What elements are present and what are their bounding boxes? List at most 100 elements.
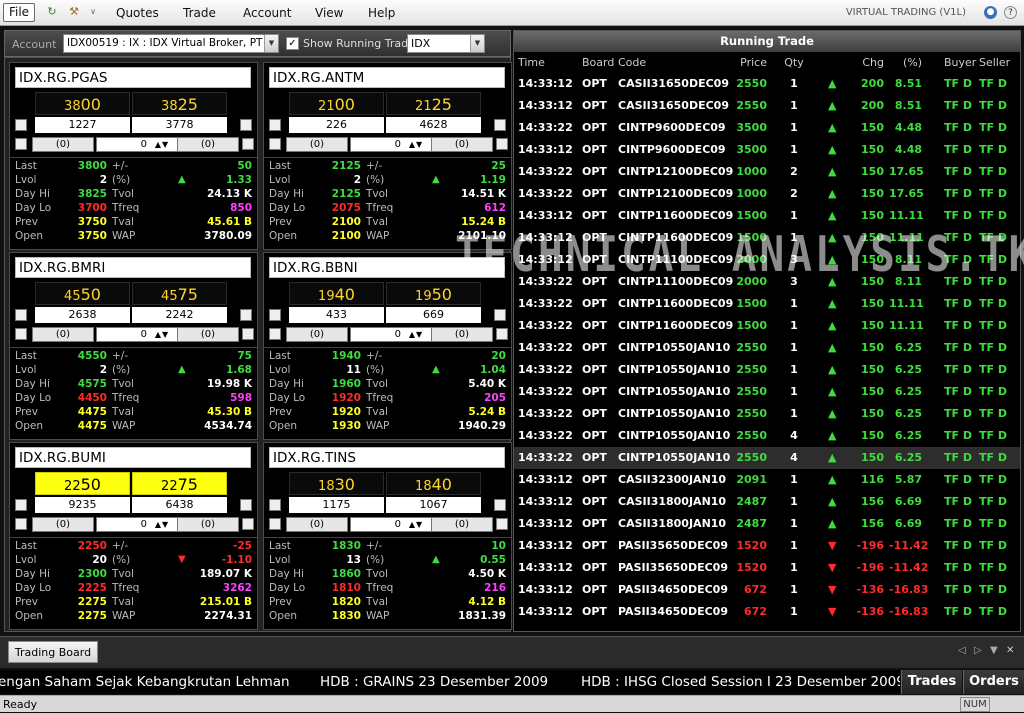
bid-checkbox[interactable]: [15, 119, 27, 131]
table-row[interactable]: 14:33:22 OPT CINTP11600DEC09 1500 1 ▲ 15…: [514, 315, 1020, 337]
table-row[interactable]: 14:33:12 OPT CINTP9600DEC09 3500 1 ▲ 150…: [514, 139, 1020, 161]
offer-count[interactable]: (0): [177, 327, 239, 342]
offer-count[interactable]: (0): [177, 517, 239, 532]
menu-file[interactable]: File: [3, 3, 35, 22]
best-bid-price[interactable]: 1830: [289, 472, 384, 495]
order-qty-stepper[interactable]: 0 ▲▼: [350, 517, 432, 532]
best-offer-price[interactable]: 4575: [132, 282, 227, 305]
table-row[interactable]: 14:33:22 OPT CINTP10550JAN10 2550 4 ▲ 15…: [514, 447, 1020, 469]
order-qty-stepper[interactable]: 0 ▲▼: [96, 517, 178, 532]
offer-count[interactable]: (0): [431, 517, 493, 532]
trades-button[interactable]: Trades: [901, 670, 962, 694]
refresh-icon[interactable]: ↻: [44, 5, 60, 19]
col-pct[interactable]: (%): [889, 53, 922, 73]
dropdown-icon[interactable]: ▼: [470, 35, 484, 52]
order-qty-stepper[interactable]: 0 ▲▼: [350, 137, 432, 152]
table-row[interactable]: 14:33:12 OPT CINTP11100DEC09 2000 3 ▲ 15…: [514, 249, 1020, 271]
order-qty-stepper[interactable]: 0 ▲▼: [96, 137, 178, 152]
table-row[interactable]: 14:33:22 OPT CINTP10550JAN10 2550 1 ▲ 15…: [514, 337, 1020, 359]
table-row[interactable]: 14:33:12 OPT CINTP11600DEC09 1500 1 ▲ 15…: [514, 227, 1020, 249]
table-row[interactable]: 14:33:12 OPT CASII31650DEC09 2550 1 ▲ 20…: [514, 95, 1020, 117]
stepper-arrows-icon[interactable]: ▲▼: [403, 518, 429, 531]
tab-next-icon[interactable]: ▷: [974, 645, 982, 656]
best-bid-price[interactable]: 3800: [35, 92, 130, 115]
tab-list-icon[interactable]: ▼: [990, 645, 998, 656]
show-running-trade-checkbox[interactable]: ✓: [286, 37, 299, 50]
account-select[interactable]: IDX00519 : IX : IDX Virtual Broker, PT :…: [63, 34, 279, 53]
col-buyer[interactable]: Buyer: [944, 53, 976, 73]
offer-checkbox[interactable]: [494, 119, 506, 131]
best-offer-price[interactable]: 2275: [132, 472, 227, 495]
order-qty-stepper[interactable]: 0 ▲▼: [96, 327, 178, 342]
close-icon[interactable]: ✕: [1006, 645, 1014, 656]
best-bid-price[interactable]: 1940: [289, 282, 384, 305]
stock-code-input[interactable]: IDX.RG.BMRI: [15, 257, 251, 278]
bid-count-checkbox[interactable]: [269, 518, 281, 530]
col-price[interactable]: Price: [734, 53, 767, 73]
stepper-arrows-icon[interactable]: ▲▼: [149, 328, 175, 341]
table-row[interactable]: 14:33:22 OPT CINTP9600DEC09 3500 1 ▲ 150…: [514, 117, 1020, 139]
table-row[interactable]: 14:33:22 OPT CINTP10550JAN10 2550 1 ▲ 15…: [514, 381, 1020, 403]
offer-count-checkbox[interactable]: [242, 328, 254, 340]
tab-trading-board[interactable]: Trading Board: [8, 641, 98, 663]
offer-count-checkbox[interactable]: [496, 138, 508, 150]
bid-count-checkbox[interactable]: [15, 328, 27, 340]
menu-help[interactable]: Help: [368, 0, 395, 26]
offer-checkbox[interactable]: [240, 309, 252, 321]
bid-count-checkbox[interactable]: [269, 328, 281, 340]
best-offer-price[interactable]: 2125: [386, 92, 481, 115]
offer-checkbox[interactable]: [240, 119, 252, 131]
bid-count[interactable]: (0): [32, 327, 94, 342]
stock-code-input[interactable]: IDX.RG.BUMI: [15, 447, 251, 468]
table-row[interactable]: 14:33:12 OPT CASII32300JAN10 2091 1 ▲ 11…: [514, 469, 1020, 491]
offer-checkbox[interactable]: [494, 499, 506, 511]
best-offer-price[interactable]: 1840: [386, 472, 481, 495]
offer-count[interactable]: (0): [431, 327, 493, 342]
bid-count[interactable]: (0): [32, 137, 94, 152]
table-row[interactable]: 14:33:22 OPT CINTP11100DEC09 2000 3 ▲ 15…: [514, 271, 1020, 293]
best-bid-price[interactable]: 2250: [35, 472, 130, 495]
col-time[interactable]: Time: [518, 53, 545, 73]
col-seller[interactable]: Seller: [979, 53, 1010, 73]
offer-count-checkbox[interactable]: [242, 138, 254, 150]
table-row[interactable]: 14:33:22 OPT CINTP10550JAN10 2550 4 ▲ 15…: [514, 425, 1020, 447]
bid-checkbox[interactable]: [269, 119, 281, 131]
col-qty[interactable]: Qty: [784, 53, 804, 73]
stock-code-input[interactable]: IDX.RG.PGAS: [15, 67, 251, 88]
stepper-arrows-icon[interactable]: ▲▼: [403, 138, 429, 151]
ticker-item[interactable]: engan Saham Sejak Kebangkrutan Lehman: [0, 670, 290, 694]
bid-count-checkbox[interactable]: [269, 138, 281, 150]
bid-checkbox[interactable]: [15, 309, 27, 321]
offer-checkbox[interactable]: [240, 499, 252, 511]
best-bid-price[interactable]: 4550: [35, 282, 130, 305]
bid-checkbox[interactable]: [269, 499, 281, 511]
table-row[interactable]: 14:33:12 OPT CASII31800JAN10 2487 1 ▲ 15…: [514, 491, 1020, 513]
table-row[interactable]: 14:33:22 OPT CINTP12100DEC09 1000 2 ▲ 15…: [514, 183, 1020, 205]
offer-count[interactable]: (0): [177, 137, 239, 152]
globe-icon[interactable]: ●: [984, 6, 997, 19]
bid-count[interactable]: (0): [286, 327, 348, 342]
stepper-arrows-icon[interactable]: ▲▼: [149, 518, 175, 531]
table-row[interactable]: 14:33:12 OPT CASII31650DEC09 2550 1 ▲ 20…: [514, 73, 1020, 95]
dropdown-icon[interactable]: ▼: [264, 35, 278, 52]
menu-view[interactable]: View: [315, 0, 343, 26]
offer-count-checkbox[interactable]: [496, 328, 508, 340]
table-row[interactable]: 14:33:12 OPT PASII35650DEC09 1520 1 ▼ -1…: [514, 535, 1020, 557]
market-select[interactable]: IDX ▼: [407, 34, 485, 53]
col-board[interactable]: Board: [582, 53, 614, 73]
menu-quotes[interactable]: Quotes: [116, 0, 159, 26]
stock-code-input[interactable]: IDX.RG.BBNI: [269, 257, 505, 278]
table-row[interactable]: 14:33:22 OPT CINTP12100DEC09 1000 2 ▲ 15…: [514, 161, 1020, 183]
bid-count-checkbox[interactable]: [15, 138, 27, 150]
bid-count[interactable]: (0): [286, 137, 348, 152]
table-row[interactable]: 14:33:12 OPT PASII34650DEC09 672 1 ▼ -13…: [514, 601, 1020, 623]
help-circle-icon[interactable]: ?: [1004, 6, 1017, 19]
toolbar-chevron-icon[interactable]: ∨: [85, 5, 101, 19]
stock-code-input[interactable]: IDX.RG.ANTM: [269, 67, 505, 88]
table-row[interactable]: 14:33:22 OPT CINTP11600DEC09 1500 1 ▲ 15…: [514, 293, 1020, 315]
table-row[interactable]: 14:33:12 OPT PASII35650DEC09 1520 1 ▼ -1…: [514, 557, 1020, 579]
offer-count-checkbox[interactable]: [496, 518, 508, 530]
table-row[interactable]: 14:33:12 OPT CINTP11600DEC09 1500 1 ▲ 15…: [514, 205, 1020, 227]
ticker-item[interactable]: HDB : GRAINS 23 Desember 2009: [320, 670, 548, 694]
best-offer-price[interactable]: 3825: [132, 92, 227, 115]
